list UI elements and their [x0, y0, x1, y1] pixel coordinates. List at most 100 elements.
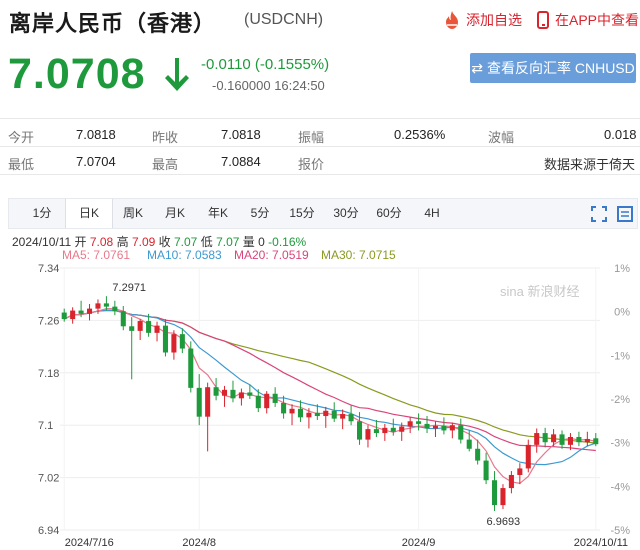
- candle-body: [306, 412, 312, 418]
- candle-body: [475, 448, 481, 461]
- candle-body: [348, 414, 354, 422]
- wave-value: 0.018: [604, 127, 637, 142]
- candle-body: [357, 421, 363, 440]
- candle-body: [272, 393, 278, 403]
- candlestick-chart[interactable]: 7.34 7.26 7.18 7.1 7.02 6.94 1% 0% -1% -2% -3% -4% -…: [0, 262, 640, 550]
- prev-close-value: 7.0818: [221, 127, 261, 142]
- candle-body: [365, 429, 371, 440]
- candle-body: [238, 392, 244, 399]
- tab-5min[interactable]: 5分: [245, 199, 275, 228]
- period-tabs: 1分 日K 周K 月K 年K 5分 15分 30分 60分 4H: [8, 198, 638, 229]
- reverse-rate-label: 查看反向汇率 CNHUSD: [486, 60, 635, 76]
- y-tick-label: 7.02: [38, 473, 59, 485]
- pct-tick-label: -4%: [610, 481, 630, 493]
- open-label: 开: [74, 235, 87, 249]
- ma20-label: MA20: 7.0519: [234, 248, 309, 262]
- tab-monthly-k[interactable]: 月K: [159, 199, 191, 228]
- price-change: -0.0110 (-0.1555%): [201, 56, 330, 73]
- candle-body: [432, 425, 438, 429]
- candle-body: [458, 425, 464, 440]
- candle-volume: 0: [258, 235, 265, 249]
- candle-body: [78, 310, 84, 314]
- tab-yearly-k[interactable]: 年K: [202, 199, 234, 228]
- settings-icon[interactable]: [617, 206, 633, 222]
- ma5-label: MA5: 7.0761: [62, 248, 131, 262]
- candle-body: [230, 389, 236, 399]
- candle-body: [188, 348, 194, 388]
- pct-tick-label: 1%: [614, 263, 630, 275]
- amplitude-value: 0.2536%: [394, 127, 446, 142]
- tab-15min[interactable]: 15分: [286, 199, 318, 228]
- candle-body: [593, 438, 599, 445]
- view-in-app-button[interactable]: 在APP中查看: [537, 10, 639, 30]
- candle-date: 2024/10/11: [12, 235, 72, 249]
- swap-icon: ⇄: [471, 59, 483, 76]
- low-annotation: 6.9693: [487, 516, 521, 528]
- tab-daily-k[interactable]: 日K: [65, 199, 113, 228]
- candle-body: [373, 429, 379, 434]
- reverse-rate-button[interactable]: ⇄ 查看反向汇率 CNHUSD: [470, 53, 636, 83]
- tab-30min[interactable]: 30分: [330, 199, 362, 228]
- prev-close-label: 昨收: [152, 130, 179, 145]
- candle-body: [331, 410, 337, 419]
- pct-tick-label: -2%: [610, 394, 630, 406]
- candle-body: [95, 303, 101, 309]
- pct-tick-label: -1%: [610, 350, 630, 362]
- candle-body: [323, 410, 329, 417]
- low-label: 低: [200, 235, 213, 249]
- candle-body: [551, 434, 557, 443]
- tab-4h[interactable]: 4H: [419, 199, 445, 228]
- candle-body: [179, 334, 185, 349]
- candle-low: 7.07: [216, 235, 240, 249]
- candle-body: [103, 303, 109, 307]
- tab-1min[interactable]: 1分: [27, 199, 57, 228]
- amplitude-label: 振幅: [298, 130, 325, 145]
- wave-label: 波幅: [488, 130, 515, 145]
- candle-body: [483, 460, 489, 481]
- candle-body: [416, 421, 422, 424]
- pip-change: -0.160000: [212, 78, 271, 93]
- phone-icon: [537, 11, 549, 29]
- candle-body: [424, 423, 430, 429]
- tab-60min[interactable]: 60分: [373, 199, 405, 228]
- candle-body: [567, 436, 573, 445]
- view-in-app-label: 在APP中查看: [555, 12, 640, 28]
- candle-body: [247, 392, 253, 396]
- candle-body: [399, 426, 405, 432]
- y-tick-label: 7.26: [38, 315, 59, 327]
- open-label: 今开: [8, 130, 35, 145]
- ma30-label: MA30: 7.0715: [321, 248, 396, 262]
- header: 离岸人民币（香港） (USDCNH) 添加自选 在APP中查看: [0, 0, 640, 44]
- pct-tick-label: 0%: [614, 307, 630, 319]
- candle-body: [196, 387, 202, 417]
- tab-weekly-k[interactable]: 周K: [117, 199, 149, 228]
- candle-body: [559, 434, 565, 445]
- candle-body: [213, 387, 219, 396]
- candle-body: [70, 310, 76, 320]
- x-tick-label: 2024/8: [182, 537, 216, 549]
- candle-body: [576, 436, 582, 443]
- ma10-line: [63, 309, 597, 466]
- fullscreen-icon[interactable]: [591, 206, 607, 222]
- candle-change: -0.16%: [268, 235, 307, 249]
- candle-body: [314, 412, 320, 417]
- add-watchlist-button[interactable]: 添加自选: [444, 10, 522, 30]
- x-tick-label: 2024/9: [402, 537, 436, 549]
- quote-label: 报价: [298, 157, 325, 172]
- candle-body: [162, 325, 168, 353]
- quote-subline: -0.160000 16:24:50: [212, 78, 325, 93]
- high-value: 7.0884: [221, 154, 261, 169]
- x-tick-label: 2024/10/11: [574, 537, 628, 549]
- candle-body: [407, 421, 413, 427]
- candle-body: [255, 395, 261, 409]
- symbol-code: (USDCNH): [244, 11, 324, 28]
- candle-body: [87, 308, 93, 314]
- y-tick-label: 7.18: [38, 368, 59, 380]
- candle-body: [137, 321, 143, 331]
- candle-body: [492, 480, 498, 506]
- pct-tick-label: -5%: [610, 525, 630, 537]
- candle-close: 7.07: [174, 235, 198, 249]
- data-source: 数据来源于倚天: [544, 157, 636, 172]
- candle-body: [534, 433, 540, 445]
- candle-body: [222, 389, 228, 396]
